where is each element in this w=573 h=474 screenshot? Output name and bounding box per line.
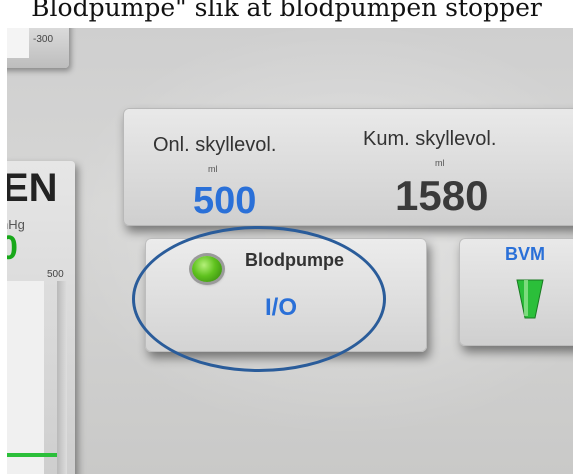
top-pressure-bar — [7, 28, 29, 58]
pressure-value: 0 — [7, 229, 18, 267]
onl-rinse-volume-unit: ml — [208, 164, 218, 174]
rinse-volume-panel: Onl. skyllevol. ml 500 Kum. skyllevol. m… — [123, 108, 573, 226]
kum-rinse-volume-label: Kum. skyllevol. — [363, 128, 497, 150]
pressure-level-indicator — [7, 453, 57, 457]
green-down-arrow-icon — [516, 279, 544, 319]
pressure-gauge-panel: EN nHg 0 500 — [7, 161, 75, 474]
bvm-label: BVM — [505, 244, 545, 264]
onl-rinse-volume-label: Onl. skyllevol. — [153, 134, 277, 156]
pressure-side-bar — [57, 281, 67, 474]
top-scale-label: -300 — [33, 34, 54, 45]
blood-pump-led-icon — [192, 256, 222, 282]
blood-pump-toggle-text: I/O — [265, 294, 298, 321]
onl-rinse-volume-value: 500 — [193, 180, 257, 222]
pressure-title: EN — [7, 166, 58, 210]
blood-pump-label: Blodpumpe — [245, 250, 344, 270]
bvm-button[interactable]: BVM — [459, 238, 573, 346]
kum-rinse-volume-value: 1580 — [395, 172, 489, 219]
machine-screen-photo: -300 Onl. skyllevol. ml 500 Kum. skyllev… — [7, 28, 573, 474]
pressure-scale-label: 500 — [47, 269, 64, 280]
blood-pump-button[interactable]: Blodpumpe I/O — [145, 238, 427, 352]
kum-rinse-volume-unit: ml — [435, 158, 445, 168]
pressure-bar — [7, 281, 44, 474]
caption-text: Blodpumpe" slik at blodpumpen stopper — [31, 0, 542, 22]
top-pressure-panel: -300 — [7, 28, 69, 68]
